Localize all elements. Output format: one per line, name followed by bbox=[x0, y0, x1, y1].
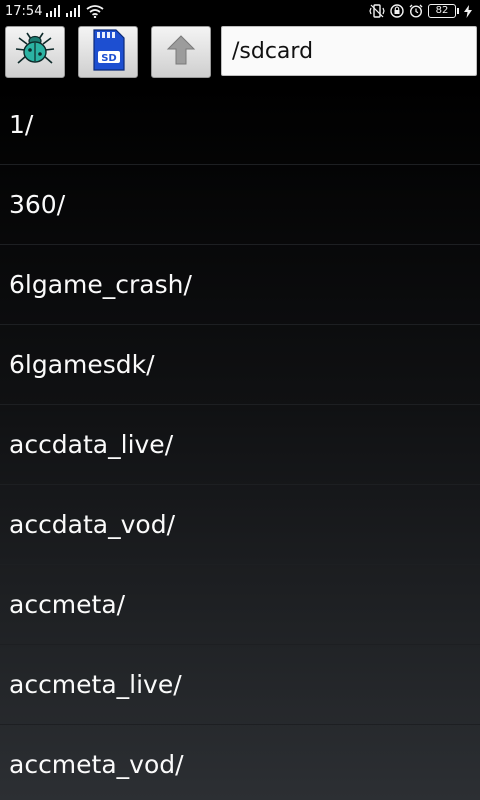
signal-icon bbox=[66, 5, 82, 17]
lock-rotation-icon bbox=[390, 4, 404, 18]
list-item[interactable]: accdata_vod/ bbox=[0, 485, 480, 565]
list-item[interactable]: 360/ bbox=[0, 165, 480, 245]
battery-icon: 82 bbox=[428, 4, 459, 18]
status-right: 82 bbox=[369, 4, 472, 18]
sdcard-button[interactable]: SD bbox=[78, 26, 138, 78]
arrow-up-icon bbox=[166, 34, 196, 70]
list-item[interactable]: 1/ bbox=[0, 85, 480, 165]
list-item[interactable]: accmeta_vod/ bbox=[0, 725, 480, 800]
file-list: 1/ 360/ 6lgame_crash/ 6lgamesdk/ accdata… bbox=[0, 85, 480, 800]
status-time: 17:54 bbox=[5, 3, 43, 19]
sd-card-icon: SD bbox=[90, 29, 126, 75]
status-left: 17:54 bbox=[5, 3, 105, 19]
list-item[interactable]: accmeta/ bbox=[0, 565, 480, 645]
vibrate-icon bbox=[369, 4, 385, 18]
sd-card-icon-label: SD bbox=[101, 53, 117, 64]
battery-level: 82 bbox=[428, 4, 456, 18]
status-bar: 17:54 82 bbox=[0, 0, 480, 22]
charging-icon bbox=[464, 4, 472, 18]
up-button[interactable] bbox=[151, 26, 211, 78]
bug-button[interactable] bbox=[5, 26, 65, 78]
wifi-icon bbox=[86, 4, 105, 18]
path-input[interactable] bbox=[221, 26, 477, 76]
toolbar: SD bbox=[0, 22, 480, 82]
list-item[interactable]: accmeta_live/ bbox=[0, 645, 480, 725]
list-item[interactable]: accdata_live/ bbox=[0, 405, 480, 485]
list-item[interactable]: 6lgame_crash/ bbox=[0, 245, 480, 325]
alarm-icon bbox=[409, 4, 423, 18]
list-item[interactable]: 6lgamesdk/ bbox=[0, 325, 480, 405]
signal-icon bbox=[46, 5, 62, 17]
bug-icon bbox=[13, 30, 57, 74]
